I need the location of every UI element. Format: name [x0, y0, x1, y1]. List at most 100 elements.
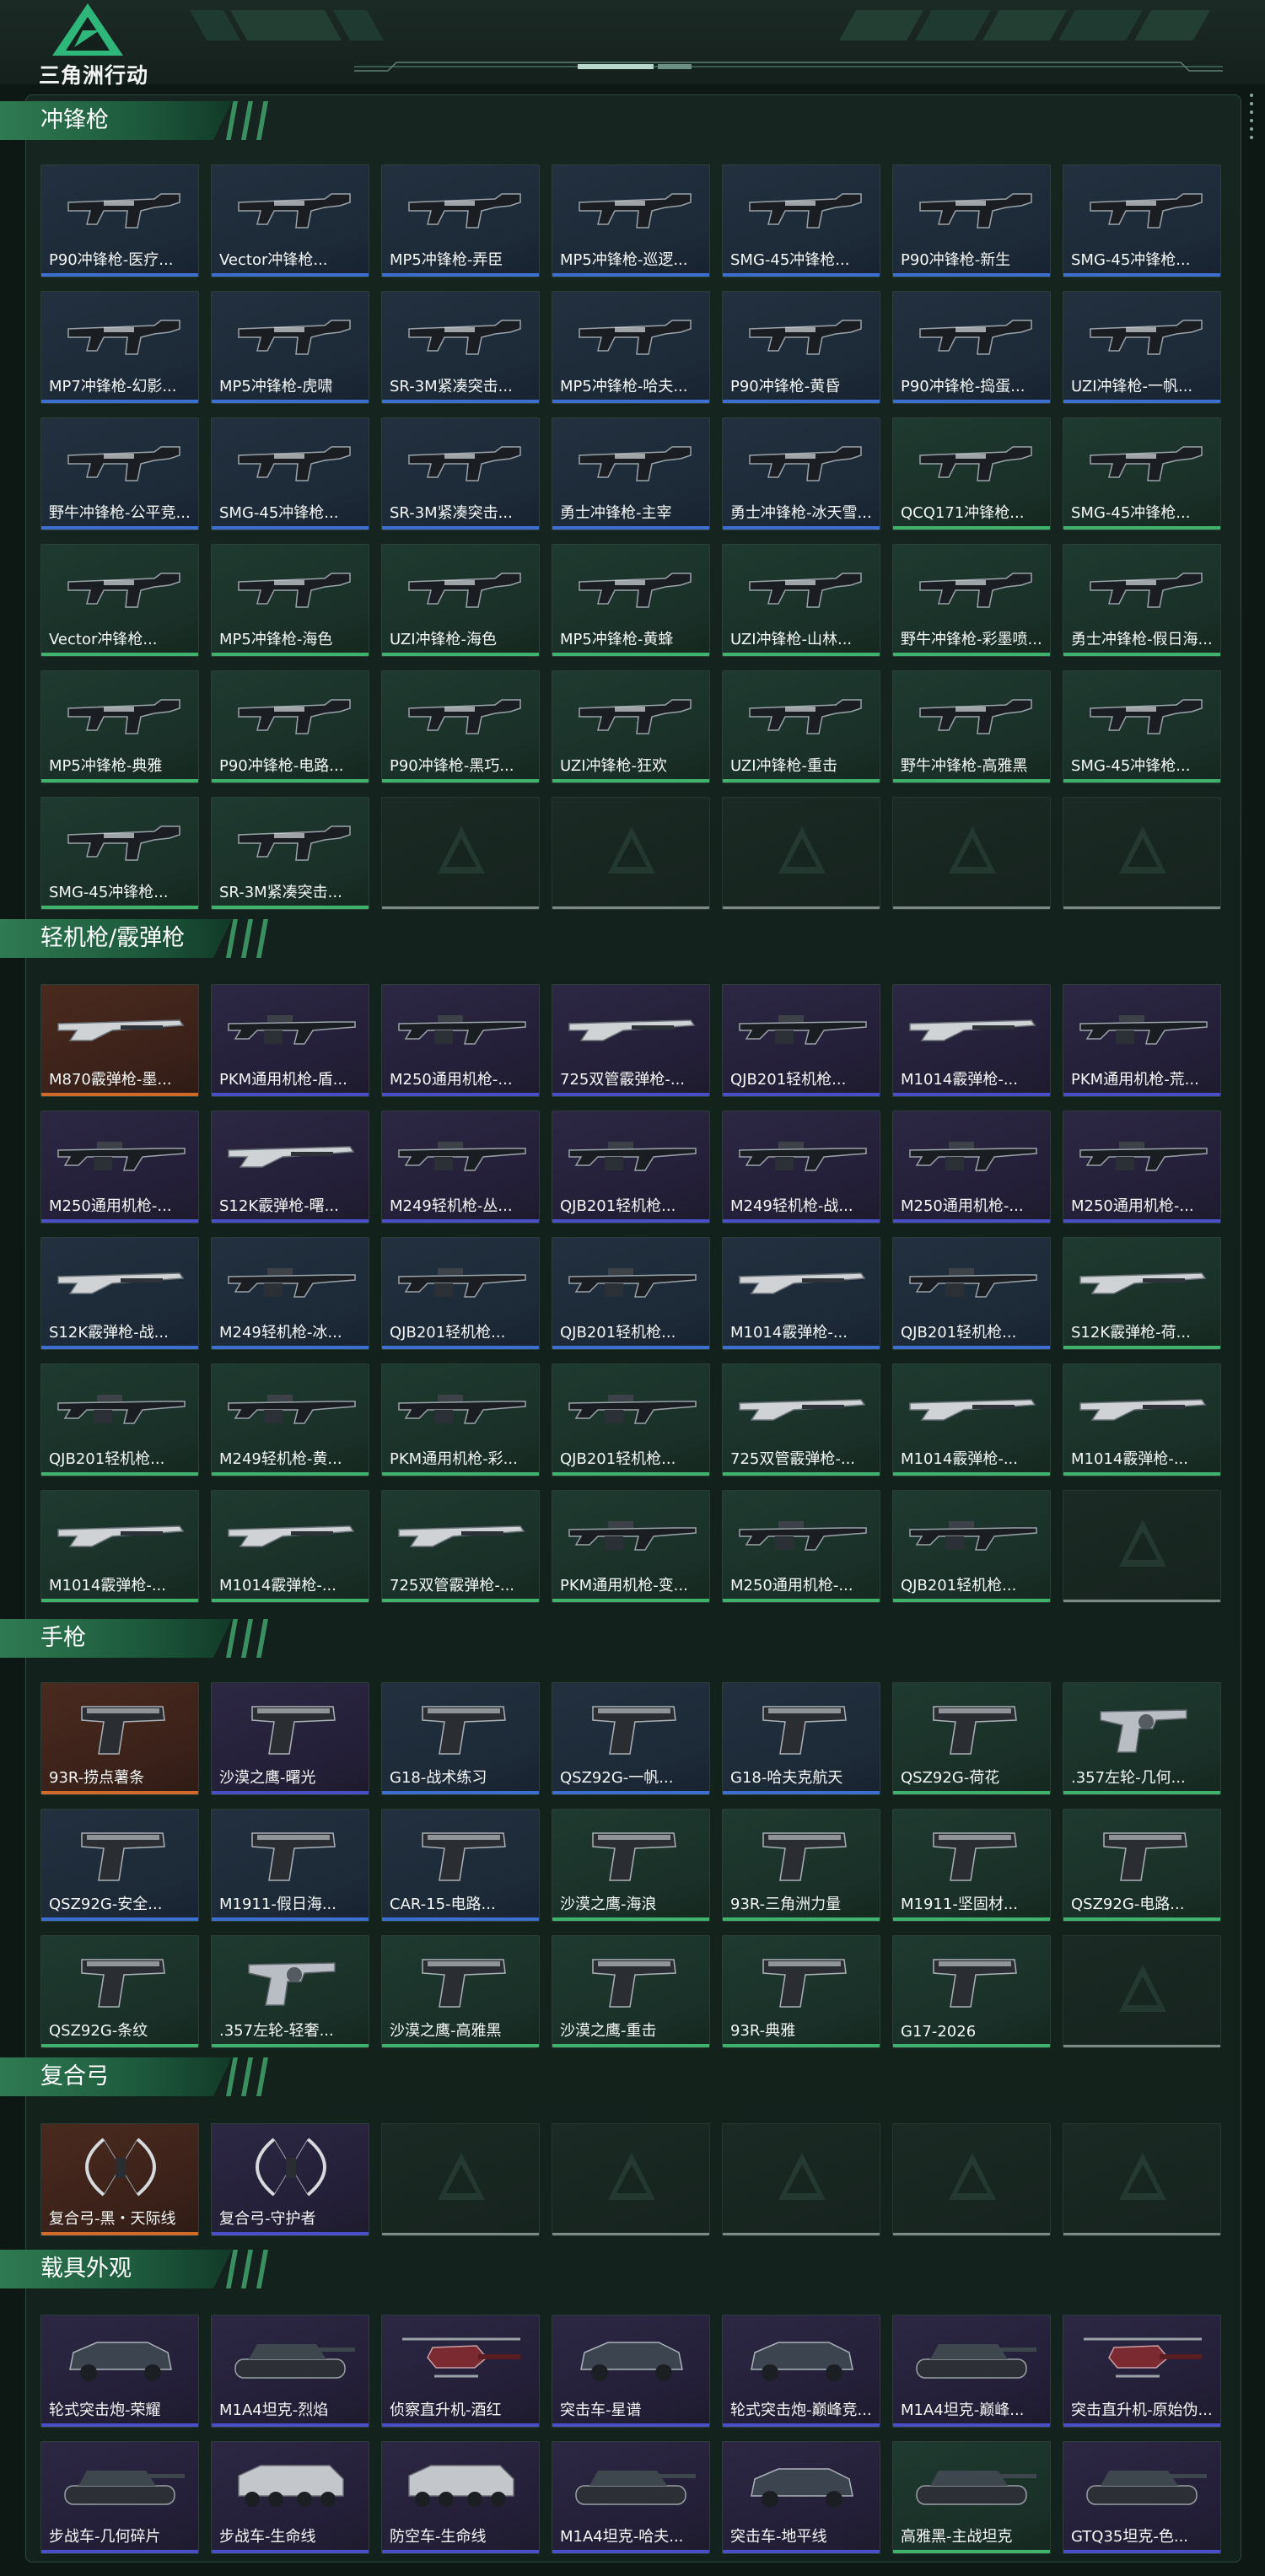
skin-card[interactable]: 步战车-几何碎片 [40, 2441, 199, 2554]
skin-card[interactable]: 突击车-地平线 [722, 2441, 880, 2554]
skin-card[interactable]: M1911-坚固材... [892, 1809, 1051, 1922]
skin-card[interactable]: M1A4坦克-烈焰 [211, 2315, 369, 2428]
skin-card[interactable]: 野牛冲锋枪-高雅黑 [892, 670, 1051, 783]
skin-card[interactable]: 高雅黑-主战坦克 [892, 2441, 1051, 2554]
skin-card[interactable]: SMG-45冲锋枪... [1063, 417, 1221, 530]
skin-card[interactable]: .357左轮-轻奢... [211, 1935, 369, 2048]
skin-card[interactable]: MP7冲锋枪-幻影... [40, 291, 199, 404]
skin-card[interactable]: 725双管霰弹枪-... [552, 984, 710, 1097]
skin-card[interactable]: SMG-45冲锋枪... [211, 417, 369, 530]
skin-card[interactable]: S12K霰弹枪-荷... [1063, 1237, 1221, 1350]
skin-card[interactable]: QCQ171冲锋枪... [892, 417, 1051, 530]
skin-card[interactable]: S12K霰弹枪-战... [40, 1237, 199, 1350]
skin-card[interactable]: M250通用机枪-... [381, 984, 540, 1097]
skin-card[interactable]: PKM通用机枪-彩... [381, 1363, 540, 1476]
skin-card[interactable]: M249轻机枪-丛... [381, 1111, 540, 1223]
skin-card[interactable]: 野牛冲锋枪-公平竞... [40, 417, 199, 530]
skin-card[interactable]: G18-战术练习 [381, 1682, 540, 1795]
skin-card[interactable]: 复合弓-守护者 [211, 2123, 369, 2236]
skin-card[interactable]: Vector冲锋枪... [211, 164, 369, 277]
skin-card[interactable]: SMG-45冲锋枪... [722, 164, 880, 277]
skin-card[interactable]: 725双管霰弹枪-... [722, 1363, 880, 1476]
skin-card[interactable]: MP5冲锋枪-哈夫... [552, 291, 710, 404]
skin-card[interactable]: UZI冲锋枪-海色 [381, 544, 540, 657]
skin-card[interactable]: SR-3M紧凑突击... [211, 797, 369, 910]
skin-card[interactable]: 沙漠之鹰-海浪 [552, 1809, 710, 1922]
skin-card[interactable]: M249轻机枪-冰... [211, 1237, 369, 1350]
skin-card[interactable]: Vector冲锋枪... [40, 544, 199, 657]
scrollbar-handle[interactable] [1250, 89, 1255, 148]
skin-card[interactable]: QJB201轻机枪... [381, 1237, 540, 1350]
skin-card[interactable]: SR-3M紧凑突击... [381, 291, 540, 404]
skin-card[interactable]: UZI冲锋枪-狂欢 [552, 670, 710, 783]
skin-card[interactable]: QSZ92G-一帆... [552, 1682, 710, 1795]
skin-card[interactable]: 沙漠之鹰-曙光 [211, 1682, 369, 1795]
skin-card[interactable]: 93R-典雅 [722, 1935, 880, 2048]
skin-card[interactable]: M1911-假日海... [211, 1809, 369, 1922]
skin-card[interactable]: 复合弓-黑・天际线 [40, 2123, 199, 2236]
skin-card[interactable]: SMG-45冲锋枪... [40, 797, 199, 910]
skin-card[interactable]: P90冲锋枪-黄昏 [722, 291, 880, 404]
skin-card[interactable]: SMG-45冲锋枪... [1063, 164, 1221, 277]
skin-card[interactable]: 突击车-星谱 [552, 2315, 710, 2428]
skin-card[interactable]: M249轻机枪-战... [722, 1111, 880, 1223]
skin-card[interactable]: QJB201轻机枪... [40, 1363, 199, 1476]
skin-card[interactable]: 轮式突击炮-巅峰竞... [722, 2315, 880, 2428]
skin-card[interactable]: 勇士冲锋枪-冰天雪... [722, 417, 880, 530]
skin-card[interactable]: MP5冲锋枪-巡逻... [552, 164, 710, 277]
skin-card[interactable]: M250通用机枪-... [40, 1111, 199, 1223]
skin-card[interactable]: PKM通用机枪-盾... [211, 984, 369, 1097]
skin-card[interactable]: M250通用机枪-... [892, 1111, 1051, 1223]
skin-card[interactable]: G18-哈夫克航天 [722, 1682, 880, 1795]
skin-card[interactable]: 突击直升机-原始伪... [1063, 2315, 1221, 2428]
skin-card[interactable]: P90冲锋枪-捣蛋... [892, 291, 1051, 404]
skin-card[interactable]: P90冲锋枪-黑巧... [381, 670, 540, 783]
skin-card[interactable]: MP5冲锋枪-虎啸 [211, 291, 369, 404]
skin-card[interactable]: M1014霰弹枪-... [722, 1237, 880, 1350]
skin-card[interactable]: .357左轮-几何... [1063, 1682, 1221, 1795]
skin-card[interactable]: GTQ35坦克-色... [1063, 2441, 1221, 2554]
skin-card[interactable]: QSZ92G-安全... [40, 1809, 199, 1922]
skin-card[interactable]: M1014霰弹枪-... [892, 984, 1051, 1097]
skin-card[interactable]: M1014霰弹枪-... [40, 1490, 199, 1603]
skin-card[interactable]: M1014霰弹枪-... [892, 1363, 1051, 1476]
skin-card[interactable]: M1014霰弹枪-... [211, 1490, 369, 1603]
skin-card[interactable]: 野牛冲锋枪-彩墨喷... [892, 544, 1051, 657]
skin-card[interactable]: QSZ92G-荷花 [892, 1682, 1051, 1795]
skin-card[interactable]: 勇士冲锋枪-主宰 [552, 417, 710, 530]
skin-card[interactable]: M249轻机枪-黄... [211, 1363, 369, 1476]
skin-card[interactable]: QSZ92G-电路... [1063, 1809, 1221, 1922]
skin-card[interactable]: SMG-45冲锋枪... [1063, 670, 1221, 783]
skin-card[interactable]: CAR-15-电路... [381, 1809, 540, 1922]
skin-card[interactable]: MP5冲锋枪-海色 [211, 544, 369, 657]
skin-card[interactable]: M250通用机枪-... [722, 1490, 880, 1603]
skin-card[interactable]: G17-2026 [892, 1935, 1051, 2048]
skin-card[interactable]: 防空车-生命线 [381, 2441, 540, 2554]
skin-card[interactable]: QJB201轻机枪... [552, 1237, 710, 1350]
skin-card[interactable]: S12K霰弹枪-曙... [211, 1111, 369, 1223]
skin-card[interactable]: 勇士冲锋枪-假日海... [1063, 544, 1221, 657]
skin-card[interactable]: 725双管霰弹枪-... [381, 1490, 540, 1603]
skin-card[interactable]: M1014霰弹枪-... [1063, 1363, 1221, 1476]
skin-card[interactable]: QJB201轻机枪... [552, 1363, 710, 1476]
skin-card[interactable]: 93R-捞点薯条 [40, 1682, 199, 1795]
skin-card[interactable]: 侦察直升机-酒红 [381, 2315, 540, 2428]
skin-card[interactable]: 轮式突击炮-荣耀 [40, 2315, 199, 2428]
skin-card[interactable]: UZI冲锋枪-重击 [722, 670, 880, 783]
skin-card[interactable]: QSZ92G-条纹 [40, 1935, 199, 2048]
skin-card[interactable]: QJB201轻机枪... [722, 984, 880, 1097]
skin-card[interactable]: M1A4坦克-哈夫... [552, 2441, 710, 2554]
skin-card[interactable]: MP5冲锋枪-黄蜂 [552, 544, 710, 657]
skin-card[interactable]: P90冲锋枪-电路... [211, 670, 369, 783]
skin-card[interactable]: M870霰弹枪-墨... [40, 984, 199, 1097]
skin-card[interactable]: 沙漠之鹰-重击 [552, 1935, 710, 2048]
skin-card[interactable]: UZI冲锋枪-山林... [722, 544, 880, 657]
skin-card[interactable]: M250通用机枪-... [1063, 1111, 1221, 1223]
skin-card[interactable]: UZI冲锋枪-一帆... [1063, 291, 1221, 404]
skin-card[interactable]: MP5冲锋枪-典雅 [40, 670, 199, 783]
skin-card[interactable]: 93R-三角洲力量 [722, 1809, 880, 1922]
skin-card[interactable]: P90冲锋枪-新生 [892, 164, 1051, 277]
skin-card[interactable]: 沙漠之鹰-高雅黑 [381, 1935, 540, 2048]
skin-card[interactable]: PKM通用机枪-变... [552, 1490, 710, 1603]
skin-card[interactable]: M1A4坦克-巅峰... [892, 2315, 1051, 2428]
